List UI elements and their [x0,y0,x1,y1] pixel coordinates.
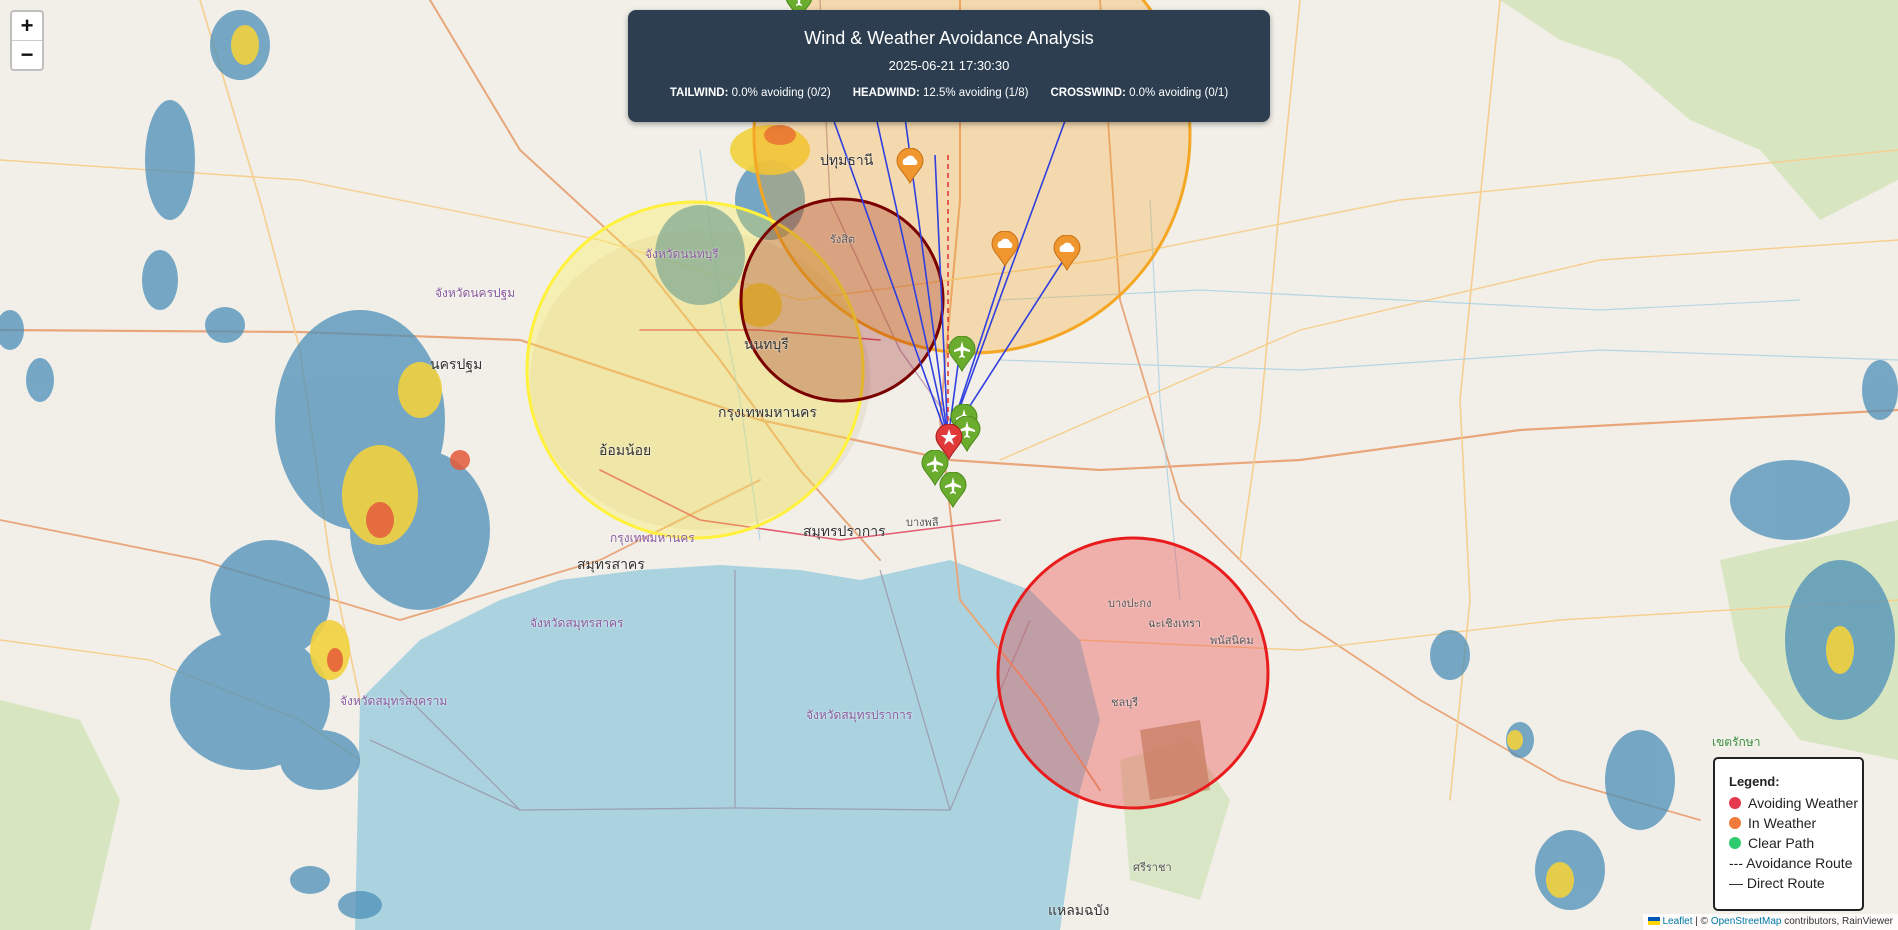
analysis-panel: Wind & Weather Avoidance Analysis 2025-0… [628,10,1270,122]
zoom-control: + − [10,10,44,71]
panel-timestamp: 2025-06-21 17:30:30 [888,58,1010,73]
stat-crosswind: CROSSWIND: 0.0% avoiding (0/1) [1050,87,1229,99]
green-dot-icon [1729,837,1741,849]
weather-marker-cloud[interactable] [896,148,924,184]
weather-marker-cloud[interactable] [1053,235,1081,271]
legend-item-clear: Clear Path [1729,833,1862,853]
legend-item-in-weather: In Weather [1729,813,1862,833]
label-nonthaburi: นนทบุรี [744,336,789,352]
label-om-noi: อ้อมน้อย [599,442,652,458]
aircraft-marker-clear[interactable] [939,472,967,508]
label-rangsit: รังสิต [830,234,856,246]
legend-title: Legend: [1729,774,1780,789]
map-canvas[interactable]: กรุงเทพมหานคร สมุทรปราการ สมุทรสาคร นนทบ… [0,0,1898,930]
label-chang-wat-nonthaburi: จังหวัดนนทบุรี [645,247,719,261]
label-chang-wat-samut-sakhon: จังหวัดสมุทรสาคร [530,616,624,630]
panel-title: Wind & Weather Avoidance Analysis [804,28,1094,48]
osm-link[interactable]: OpenStreetMap [1711,916,1782,927]
legend-direct-route: — Direct Route [1729,875,1825,891]
legend-item-avoiding: Avoiding Weather [1729,793,1862,813]
legend: Legend: Avoiding Weather In Weather Clea… [1713,757,1864,911]
stat-headwind: HEADWIND: 12.5% avoiding (1/8) [852,87,1029,99]
red-dot-icon [1729,797,1741,809]
label-khet-raksa: เขตรักษา [1712,735,1761,749]
zoom-in-button[interactable]: + [12,12,42,40]
label-bang-phli: บางพลี [906,517,939,529]
aircraft-marker-clear[interactable] [948,336,976,372]
basemap [0,0,1898,930]
label-krung-thep: กรุงเทพมหานคร [610,531,695,545]
label-phanat-nikhom: พนัสนิคม [1210,635,1254,647]
legend-avoidance-route: --- Avoidance Route [1729,855,1853,871]
label-laem-chabang: แหลมฉบัง [1048,902,1110,918]
label-samut-prakan: สมุทรปราการ [803,523,886,539]
airport-marker-star[interactable] [935,424,963,460]
label-samut-sakhon: สมุทรสาคร [577,556,645,572]
zoom-out-button[interactable]: − [12,40,42,69]
label-nakhon-pathom: นครปฐม [430,356,483,372]
label-chang-wat-nakhon-pathom: จังหวัดนครปฐม [435,286,516,300]
wind-stats: TAILWIND: 0.0% avoiding (0/2) HEADWIND: … [628,87,1270,99]
stat-tailwind: TAILWIND: 0.0% avoiding (0/2) [669,87,831,99]
label-chang-wat-samut-prakan: จังหวัดสมุทรปราการ [806,708,913,722]
label-chang-wat-samut-songkhram: จังหวัดสมุทรสงคราม [340,694,448,708]
flag-icon [1647,917,1660,926]
label-si-racha: ศรีราชา [1133,862,1172,874]
label-chachoengsao: ฉะเชิงเทรา [1148,618,1202,630]
leaflet-link[interactable]: Leaflet [1663,916,1693,927]
weather-marker-cloud[interactable] [991,231,1019,267]
orange-dot-icon [1729,817,1741,829]
map-attribution: Leaflet | © OpenStreetMap contributors, … [1642,914,1898,930]
label-chonburi: ชลบุรี [1111,697,1139,709]
label-bangkok: กรุงเทพมหานคร [718,404,817,420]
label-bang-pakong: บางปะกง [1108,598,1152,610]
label-pathum-thani: ปทุมธานี [820,152,874,168]
